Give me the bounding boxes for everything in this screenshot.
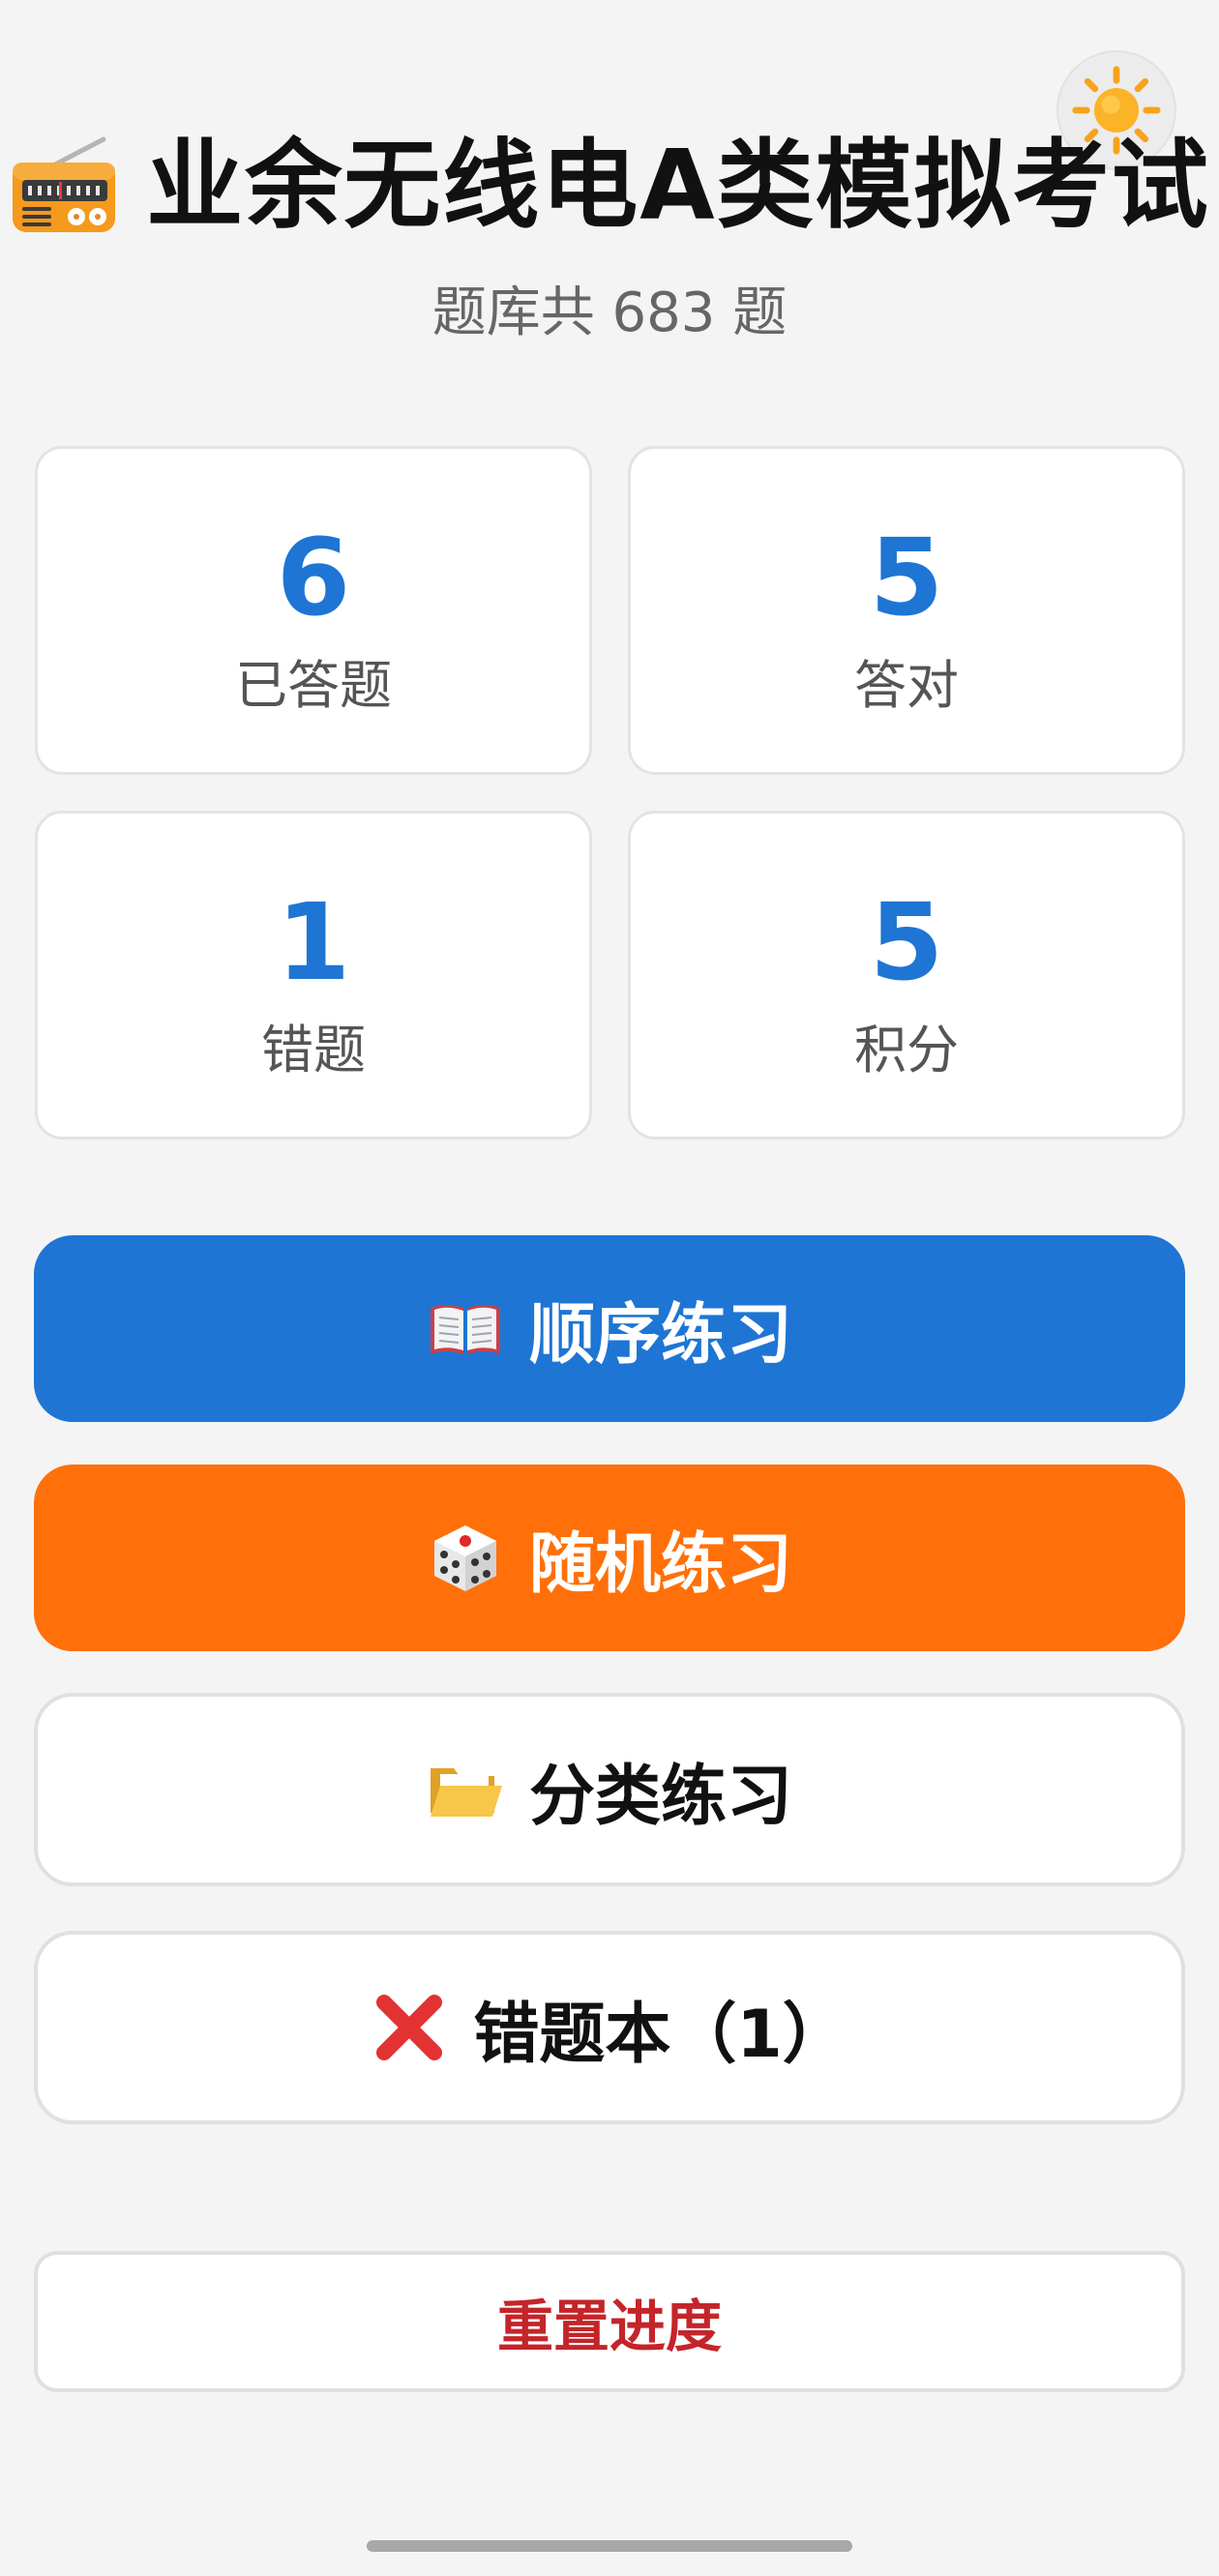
reset-progress-label: 重置进度 bbox=[496, 2294, 722, 2359]
wrong-questions-button[interactable]: 错题本（1） bbox=[34, 1931, 1185, 2124]
category-practice-label: 分类练习 bbox=[528, 1758, 792, 1835]
wrong-questions-label: 错题本（1） bbox=[473, 1996, 848, 2073]
page-title: 业余无线电A类模拟考试 bbox=[146, 129, 1210, 242]
stat-label: 答对 bbox=[854, 655, 959, 716]
random-practice-label: 随机练习 bbox=[528, 1526, 792, 1603]
stat-card-answered: 6 已答题 bbox=[35, 446, 592, 775]
stat-card-wrong: 1 错题 bbox=[35, 811, 592, 1140]
stat-label: 错题 bbox=[261, 1020, 366, 1081]
radio-icon bbox=[13, 136, 116, 232]
dice-icon bbox=[433, 1525, 496, 1591]
stat-card-points: 5 积分 bbox=[628, 811, 1185, 1140]
stat-card-correct: 5 答对 bbox=[628, 446, 1185, 775]
sequential-practice-button[interactable]: 顺序练习 bbox=[34, 1235, 1185, 1422]
stat-value: 6 bbox=[276, 516, 351, 639]
stat-value: 5 bbox=[869, 880, 944, 1004]
category-practice-button[interactable]: 分类练习 bbox=[34, 1693, 1185, 1886]
reset-progress-button[interactable]: 重置进度 bbox=[34, 2251, 1185, 2392]
folder-icon bbox=[430, 1768, 502, 1817]
cross-mark-icon bbox=[376, 1995, 443, 2060]
stat-label: 积分 bbox=[854, 1020, 959, 1081]
stat-value: 1 bbox=[276, 880, 351, 1004]
open-book-icon bbox=[430, 1304, 500, 1354]
question-bank-count: 题库共 683 题 bbox=[431, 281, 788, 344]
home-indicator bbox=[367, 2540, 852, 2552]
stat-label: 已答题 bbox=[235, 655, 392, 716]
page-header: 业余无线电A类模拟考试 bbox=[0, 135, 1219, 236]
sequential-practice-label: 顺序练习 bbox=[528, 1297, 792, 1374]
random-practice-button[interactable]: 随机练习 bbox=[34, 1465, 1185, 1651]
stat-value: 5 bbox=[869, 516, 944, 639]
